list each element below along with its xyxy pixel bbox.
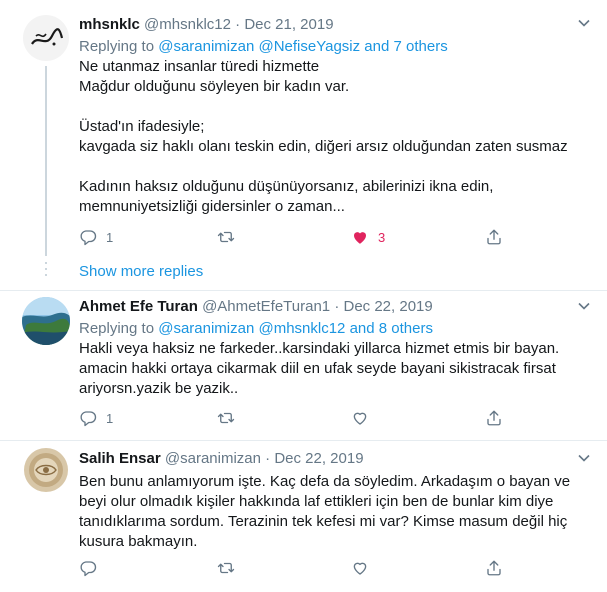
thread-line xyxy=(45,66,47,256)
tweet-line: Hakli veya haksiz ne farkeder..karsindak… xyxy=(79,340,560,357)
chevron-down-icon[interactable] xyxy=(577,451,591,465)
tweet-line: ariyorsn.yazik be yazik.. xyxy=(79,380,239,397)
tweet-date[interactable]: Dec 21, 2019 xyxy=(244,16,333,33)
replying-to-label: Replying to xyxy=(79,38,159,55)
like-count: 3 xyxy=(378,229,386,245)
tweet-line: beyi olur olmadık kişiler hakkında laf e… xyxy=(79,493,554,510)
retweet-icon xyxy=(217,412,235,424)
tweet-actions: 1 xyxy=(79,408,509,428)
avatar[interactable] xyxy=(22,446,70,494)
like-button[interactable]: 3 xyxy=(351,227,385,247)
replying-to-links[interactable]: @saranimizan @NefiseYagsiz and 7 others xyxy=(158,38,447,55)
retweet-button[interactable] xyxy=(217,558,244,578)
share-icon xyxy=(487,560,501,576)
tweet-line xyxy=(79,157,587,177)
share-icon xyxy=(487,410,501,426)
replying-to: Replying to @saranimizan @mhsnklc12 and … xyxy=(79,319,587,339)
reply-icon xyxy=(80,411,97,427)
replying-to-label: Replying to xyxy=(79,320,159,337)
tweet-line: Ben bunu anlamıyorum işte. Kaç defa da s… xyxy=(79,473,571,490)
reply-button[interactable]: 1 xyxy=(79,408,113,428)
author-name[interactable]: mhsnklc xyxy=(79,16,140,33)
tweet-line: kusura bakmayın. xyxy=(79,533,198,550)
tweet-line: Mağdur olduğunu söyleyen bir kadın var. xyxy=(79,78,350,95)
thread-gap-dots xyxy=(44,262,48,280)
retweet-icon xyxy=(217,231,235,243)
heart-icon xyxy=(354,232,366,244)
author-name[interactable]: Ahmet Efe Turan xyxy=(79,298,198,315)
tweet-line: tanıdıklarıma sordum. Terazinin tek kefe… xyxy=(79,513,568,530)
author-handle[interactable]: @mhsnklc12 xyxy=(144,16,231,33)
share-icon xyxy=(487,229,501,245)
tweet-line: amacin hakki ortaya cikarmak diil en ufa… xyxy=(79,360,556,377)
retweet-button[interactable] xyxy=(217,227,244,247)
author-name[interactable]: Salih Ensar xyxy=(79,450,161,467)
avatar[interactable] xyxy=(22,14,70,62)
reply-count: 1 xyxy=(106,410,114,426)
separator: · xyxy=(334,298,340,315)
share-button[interactable] xyxy=(485,227,503,247)
reply-icon xyxy=(80,230,97,246)
like-button[interactable] xyxy=(351,558,378,578)
like-button[interactable] xyxy=(351,408,378,428)
separator: · xyxy=(265,450,271,467)
reply-button[interactable] xyxy=(79,558,106,578)
tweet-1[interactable]: mhsnklc @mhsnklc12 · Dec 21, 2019 Replyi… xyxy=(0,0,607,260)
tweet-line: memnuniyetsizliği gidersinler o zaman... xyxy=(79,198,345,215)
retweet-icon xyxy=(217,562,235,574)
tweet-line: Kadının haksız olduğunu düşünüyorsanız, … xyxy=(79,178,494,195)
reply-icon xyxy=(80,561,97,577)
author-handle[interactable]: @saranimizan xyxy=(165,450,261,467)
share-button[interactable] xyxy=(485,408,503,428)
tweet-date[interactable]: Dec 22, 2019 xyxy=(274,450,363,467)
replying-to-links[interactable]: @saranimizan @mhsnklc12 and 8 others xyxy=(158,320,433,337)
show-more-replies-link[interactable]: Show more replies xyxy=(79,263,203,280)
tweet-line xyxy=(79,97,587,117)
retweet-button[interactable] xyxy=(217,408,244,428)
heart-icon xyxy=(353,412,367,425)
tweet-text: Hakli veya haksiz ne farkeder..karsindak… xyxy=(79,339,587,399)
tweet-text: Ne utanmaz insanlar türedi hizmette Mağd… xyxy=(79,57,587,217)
tweet-actions: 1 3 xyxy=(79,227,509,247)
avatar[interactable] xyxy=(22,297,70,345)
share-button[interactable] xyxy=(485,558,503,578)
tweet-date[interactable]: Dec 22, 2019 xyxy=(344,298,433,315)
tweet-actions xyxy=(79,558,509,578)
reply-button[interactable]: 1 xyxy=(79,227,113,247)
reply-count: 1 xyxy=(106,229,114,245)
tweet-3[interactable]: Salih Ensar @saranimizan · Dec 22, 2019 … xyxy=(0,441,607,592)
tweet-line: Ne utanmaz insanlar türedi hizmette xyxy=(79,58,320,75)
tweet-line: Üstad'ın ifadesiyle; xyxy=(79,118,205,135)
author-handle[interactable]: @AhmetEfeTuran1 xyxy=(202,298,330,315)
replying-to: Replying to @saranimizan @NefiseYagsiz a… xyxy=(79,37,587,57)
chevron-down-icon[interactable] xyxy=(577,16,591,30)
separator: · xyxy=(235,16,241,33)
tweet-line: kavgada siz haklı olanı teskin edin, diğ… xyxy=(79,138,568,155)
heart-icon xyxy=(353,562,367,575)
chevron-down-icon[interactable] xyxy=(577,299,591,313)
tweet-2[interactable]: Ahmet Efe Turan @AhmetEfeTuran1 · Dec 22… xyxy=(0,291,607,439)
tweet-text: Ben bunu anlamıyorum işte. Kaç defa da s… xyxy=(79,472,587,552)
